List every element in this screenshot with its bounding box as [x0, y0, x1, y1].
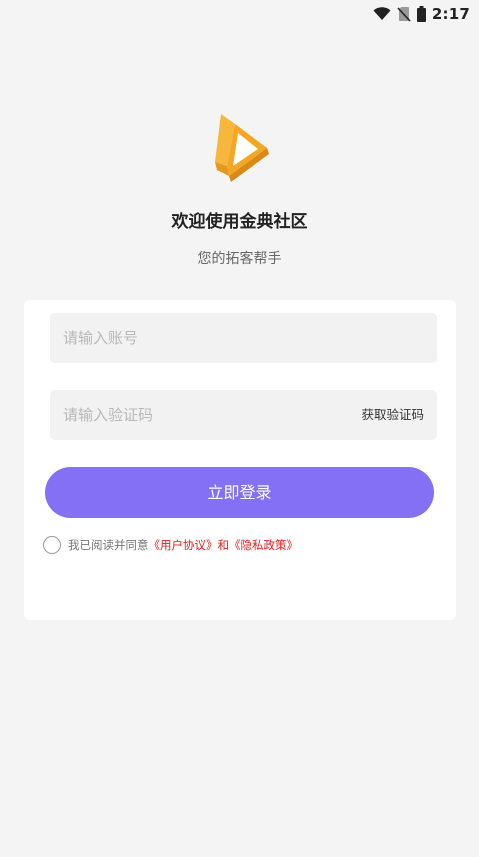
- agreement-and: 和: [217, 538, 230, 552]
- account-field: [50, 313, 437, 363]
- user-agreement-link[interactable]: 《用户协议》: [149, 537, 218, 553]
- get-code-button[interactable]: 获取验证码: [361, 390, 424, 440]
- status-bar: 2:17: [0, 0, 479, 28]
- agreement-row: 我已阅读并同意 《用户协议》 和 《隐私政策》: [43, 534, 298, 556]
- page-subtitle: 您的拓客帮手: [197, 251, 282, 267]
- status-icons: 2:17: [373, 4, 470, 24]
- agreement-checkbox[interactable]: [43, 536, 61, 554]
- code-field: 获取验证码: [50, 390, 437, 440]
- page-title: 欢迎使用金典社区: [171, 212, 308, 232]
- agreement-prefix: 我已阅读并同意: [68, 538, 149, 552]
- status-time: 2:17: [431, 5, 470, 23]
- privacy-policy-link[interactable]: 《隐私政策》: [229, 537, 298, 553]
- battery-icon: [416, 6, 426, 22]
- login-button[interactable]: 立即登录: [45, 467, 434, 518]
- no-sim-icon: [397, 7, 411, 22]
- login-card: 获取验证码 立即登录 我已阅读并同意 《用户协议》 和 《隐私政策》: [24, 300, 456, 620]
- wifi-icon: [373, 7, 391, 20]
- account-input[interactable]: [50, 313, 437, 363]
- app-logo: [215, 114, 269, 182]
- login-screen: 2:17 欢迎使用金典社区 您的拓客帮手 获取验证码 立即登录 我已阅读并同意 …: [0, 0, 479, 857]
